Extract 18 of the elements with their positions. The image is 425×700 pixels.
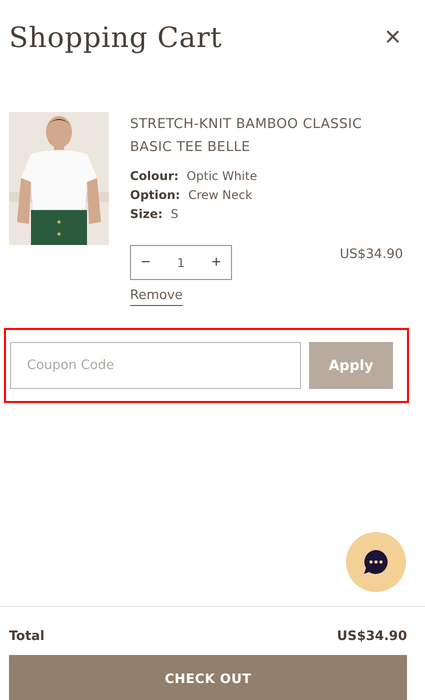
total-value: US$34.90 xyxy=(336,629,407,644)
option-value: Crew Neck xyxy=(188,187,252,204)
option-label: Option: xyxy=(130,187,180,204)
remove-link[interactable]: Remove xyxy=(130,288,183,306)
option-value: S xyxy=(170,206,178,223)
coupon-field[interactable]: Coupon Code xyxy=(10,342,301,389)
item-price: US$34.90 xyxy=(340,247,403,262)
decrease-button[interactable]: − xyxy=(137,254,154,272)
total-label: Total xyxy=(9,629,45,644)
increase-button[interactable]: + xyxy=(208,254,225,272)
checkout-button[interactable]: CHECK OUT xyxy=(9,655,407,700)
close-button[interactable]: × xyxy=(380,23,405,51)
product-name: STRETCH-KNIT BAMBOO CLASSIC BASIC TEE BELLE xyxy=(130,115,363,157)
quantity-value: 1 xyxy=(177,256,185,270)
cart-title: Shopping Cart xyxy=(9,20,222,54)
option-label: Colour: xyxy=(130,168,179,185)
option-value: Optic White xyxy=(186,168,258,185)
option-label: Size: xyxy=(130,206,163,223)
